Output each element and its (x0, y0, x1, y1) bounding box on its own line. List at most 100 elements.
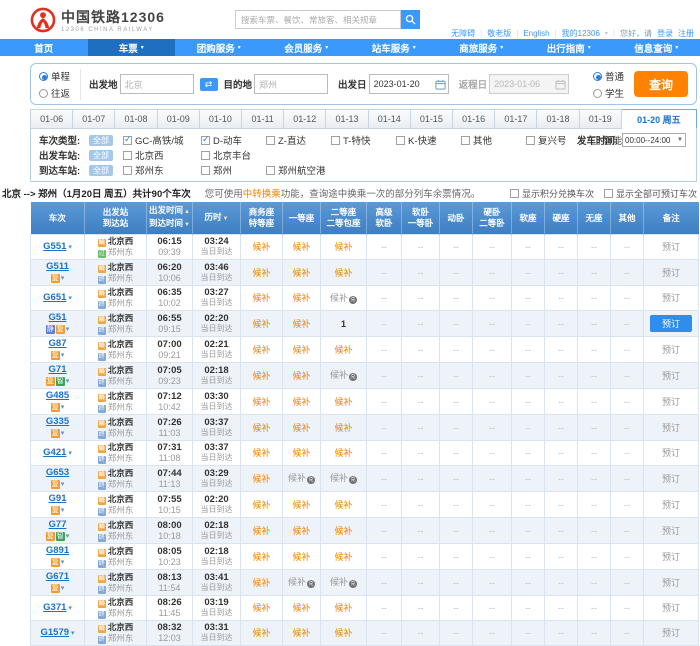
waitlist-text[interactable]: 候补 (292, 345, 310, 355)
seat-cell[interactable]: 候补 (283, 337, 321, 363)
radio-icon[interactable] (593, 72, 602, 81)
col-header-历时[interactable]: 历时▼ (193, 202, 241, 235)
waitlist-text[interactable]: 候补 (334, 345, 352, 355)
top-link[interactable]: English (523, 29, 549, 38)
query-button[interactable]: 查询 (634, 71, 688, 97)
waitlist-text[interactable]: 候补 (288, 577, 306, 587)
waitlist-text[interactable]: 候补 (252, 578, 270, 588)
filter-all-badge[interactable]: 全部 (89, 150, 113, 161)
nav-item-信息查询[interactable]: 信息查询▾ (613, 39, 700, 56)
seat-cell[interactable]: 候补 (321, 260, 367, 286)
date-tab-01-15[interactable]: 01-15 (411, 109, 453, 129)
waitlist-text[interactable]: 候补 (334, 448, 352, 458)
waitlist-text[interactable]: 候补 (252, 603, 270, 613)
checkbox-icon[interactable] (201, 166, 210, 175)
seat-cell[interactable]: 候补兑 (321, 363, 367, 389)
checkbox-icon[interactable] (266, 136, 275, 145)
expand-caret-icon[interactable]: ▾ (61, 585, 65, 592)
train-link-G421[interactable]: G421 (43, 447, 66, 458)
waitlist-text[interactable]: 候补 (252, 319, 270, 329)
toggle-points-redeem[interactable]: 显示积分兑换车次 (510, 187, 594, 200)
top-link[interactable]: 我的12306 (562, 28, 600, 39)
search-button[interactable] (401, 10, 420, 29)
book-link[interactable]: 预订 (662, 603, 680, 613)
calendar-icon[interactable] (435, 79, 446, 90)
transfer-link[interactable]: 中转换乘 (243, 189, 281, 200)
date-tab-active[interactable]: 01-20 周五 (622, 109, 697, 129)
checkbox-icon[interactable] (604, 189, 613, 198)
seat-cell[interactable]: 候补 (241, 363, 283, 389)
waitlist-text[interactable]: 候补 (252, 242, 270, 252)
waitlist-text[interactable]: 候补 (334, 242, 352, 252)
seat-cell[interactable]: 候补 (321, 621, 367, 646)
passenger-type-普通[interactable]: 普通 (593, 69, 624, 83)
seat-cell[interactable]: 候补兑 (283, 570, 321, 596)
train-link-G371[interactable]: G371 (43, 602, 66, 613)
col-header-出发时间[interactable]: 出发时间▲到达时间▼ (147, 202, 193, 235)
checkbox-icon[interactable] (201, 136, 210, 145)
radio-icon[interactable] (39, 72, 48, 81)
sort-arrow-icon[interactable]: ▼ (184, 222, 190, 228)
book-button[interactable]: 预订 (650, 315, 692, 332)
waitlist-text[interactable]: 候补 (252, 448, 270, 458)
seat-cell[interactable]: 候补 (241, 389, 283, 415)
waitlist-text[interactable]: 候补 (334, 628, 352, 638)
waitlist-text[interactable]: 候补 (252, 268, 270, 278)
filter-all-badge[interactable]: 全部 (89, 165, 113, 176)
train-link-G485[interactable]: G485 (46, 390, 69, 401)
train-link-G335[interactable]: G335 (46, 416, 69, 427)
seat-cell[interactable]: 候补 (283, 235, 321, 260)
trip-type-单程[interactable]: 单程 (39, 69, 70, 83)
filter-option-北京丰台[interactable]: 北京丰台 (201, 148, 251, 162)
book-link[interactable]: 预订 (662, 242, 680, 252)
date-tab-01-08[interactable]: 01-08 (115, 109, 157, 129)
seat-cell[interactable]: 候补 (283, 518, 321, 544)
seat-cell[interactable]: 1 (321, 311, 367, 337)
waitlist-text[interactable]: 候补 (292, 293, 310, 303)
seat-cell[interactable]: 候补 (241, 492, 283, 518)
seat-cell[interactable]: 候补 (241, 466, 283, 492)
seat-cell[interactable]: 候补 (241, 596, 283, 621)
expand-caret-icon[interactable]: ▾ (66, 605, 71, 612)
date-tab-01-07[interactable]: 01-07 (73, 109, 115, 129)
seat-cell[interactable]: 候补 (283, 363, 321, 389)
expand-caret-icon[interactable]: ▾ (61, 275, 65, 282)
nav-item-车票[interactable]: 车票▾ (88, 39, 176, 56)
waitlist-text[interactable]: 候补 (334, 423, 352, 433)
nav-item-首页[interactable]: 首页 (0, 39, 88, 56)
book-link[interactable]: 预订 (662, 552, 680, 562)
seat-cell[interactable]: 候补 (283, 621, 321, 646)
waitlist-text[interactable]: 候补 (334, 397, 352, 407)
seat-cell[interactable]: 候补 (283, 286, 321, 311)
waitlist-text[interactable]: 候补 (252, 345, 270, 355)
toggle-show-all-bookable[interactable]: 显示全部可预订车次 (604, 187, 697, 200)
to-station-input[interactable] (254, 74, 328, 94)
waitlist-text[interactable]: 候补 (330, 577, 348, 587)
expand-caret-icon[interactable]: ▾ (66, 295, 71, 302)
sort-arrow-icon[interactable]: ▼ (223, 216, 229, 222)
train-link-G51[interactable]: G51 (49, 312, 67, 323)
expand-caret-icon[interactable]: ▾ (61, 481, 65, 488)
sort-arrow-icon[interactable]: ▲ (184, 209, 190, 215)
train-link-G77[interactable]: G77 (49, 519, 67, 530)
date-tab-01-16[interactable]: 01-16 (453, 109, 495, 129)
expand-caret-icon[interactable]: ▾ (61, 404, 65, 411)
filter-option-郑州东[interactable]: 郑州东 (123, 163, 201, 177)
train-link-G551[interactable]: G551 (43, 241, 66, 252)
seat-cell[interactable]: 候补 (321, 441, 367, 466)
book-link[interactable]: 预订 (662, 423, 680, 433)
date-tab-01-13[interactable]: 01-13 (326, 109, 368, 129)
date-tab-01-09[interactable]: 01-09 (158, 109, 200, 129)
book-link[interactable]: 预订 (662, 268, 680, 278)
waitlist-text[interactable]: 候补 (330, 293, 348, 303)
seat-cell[interactable]: 候补 (241, 311, 283, 337)
passenger-type-学生[interactable]: 学生 (593, 86, 624, 100)
seat-cell[interactable]: 候补 (321, 415, 367, 441)
waitlist-text[interactable]: 候补 (292, 319, 310, 329)
seat-cell[interactable]: 候补 (321, 518, 367, 544)
seat-cell[interactable]: 候补 (283, 260, 321, 286)
waitlist-text[interactable]: 候补 (252, 397, 270, 407)
seat-cell[interactable]: 候补兑 (321, 466, 367, 492)
expand-caret-icon[interactable]: ▾ (61, 430, 65, 437)
top-link[interactable]: 无障碍 (451, 28, 475, 39)
